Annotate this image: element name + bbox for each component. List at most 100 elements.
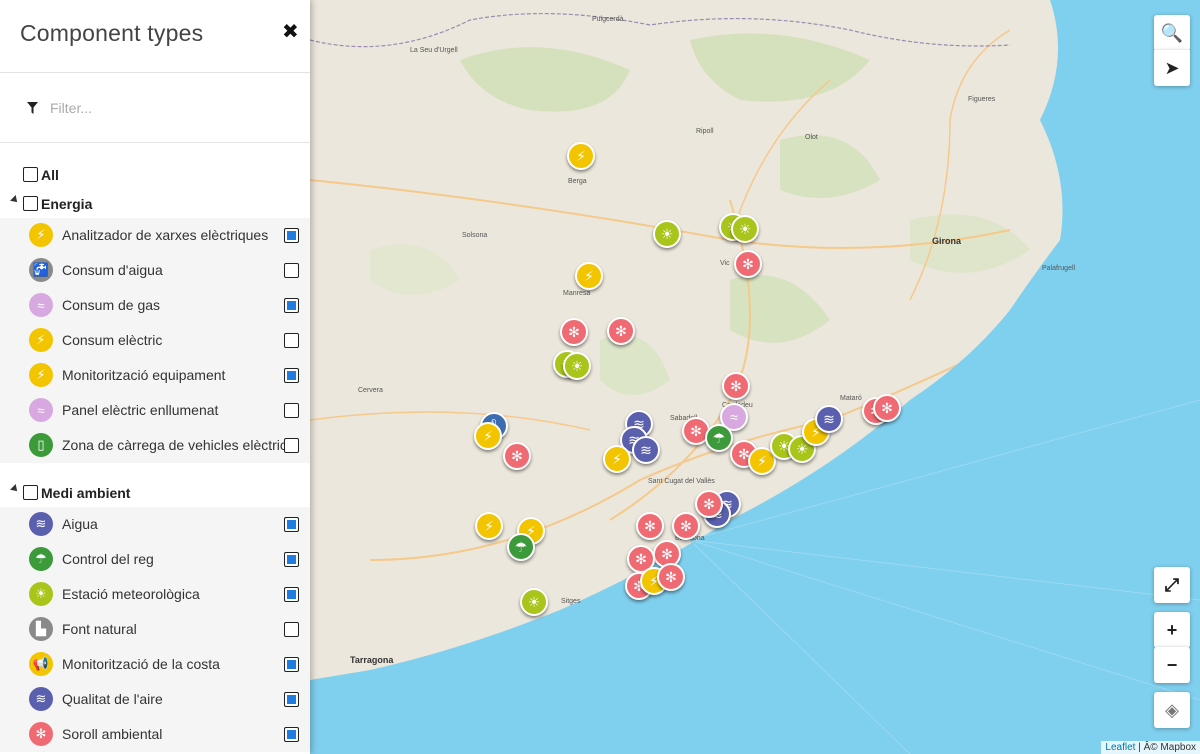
all-checkbox[interactable] xyxy=(23,167,38,182)
asterisk-marker[interactable]: ✻ xyxy=(873,394,901,422)
group-label: Medi ambient xyxy=(41,485,131,501)
place-label: Mataró xyxy=(840,395,862,402)
component-type-item[interactable]: ▙ Font natural xyxy=(0,612,310,647)
zoom-out-button[interactable]: − xyxy=(1154,647,1190,683)
component-type-item[interactable]: ▯ Zona de càrrega de vehicles elèctrics xyxy=(0,428,310,463)
group-label: Energia xyxy=(41,196,93,212)
bolt-marker[interactable]: ⚡ xyxy=(567,142,595,170)
item-label: Qualitat de l'aire xyxy=(62,691,163,707)
item-label: Consum de gas xyxy=(62,297,161,313)
asterisk-marker[interactable]: ✻ xyxy=(672,512,700,540)
place-label: Figueres xyxy=(968,96,996,103)
component-type-item[interactable]: ≋ Qualitat de l'aire xyxy=(0,682,310,717)
locate-icon[interactable]: ➤ xyxy=(1154,50,1190,86)
item-checkbox[interactable] xyxy=(284,587,299,602)
sun-marker[interactable]: ☀ xyxy=(653,220,681,248)
sun-marker[interactable]: ☀ xyxy=(731,215,759,243)
item-checkbox[interactable] xyxy=(284,517,299,532)
item-checkbox[interactable] xyxy=(284,263,299,278)
component-type-item[interactable]: ✻ Soroll ambiental xyxy=(0,717,310,752)
group-header-energia[interactable]: Energia xyxy=(0,189,310,218)
item-label: Estació meteorològica xyxy=(62,586,200,602)
sun-marker[interactable]: ☀ xyxy=(563,352,591,380)
component-type-item[interactable]: 🚰 Consum d'aigua xyxy=(0,253,310,288)
item-checkbox[interactable] xyxy=(284,692,299,707)
caret-down-icon[interactable] xyxy=(10,195,20,205)
component-type-item[interactable]: ≈ Consum de gas xyxy=(0,288,310,323)
item-checkbox[interactable] xyxy=(284,298,299,313)
wind-icon: ≋ xyxy=(29,687,53,711)
wind-marker[interactable]: ≋ xyxy=(815,405,843,433)
group-medi-ambient-items: ≋ Aigua ☂ Control del reg ☀ Estació meteorolò… xyxy=(0,507,310,752)
asterisk-marker[interactable]: ✻ xyxy=(560,318,588,346)
map-view[interactable]: Girona Tarragona Figueres Berga Vic Manresa Sa… xyxy=(310,0,1200,754)
layers-icon[interactable]: ◈ xyxy=(1154,692,1190,728)
wind-marker[interactable]: ≋ xyxy=(632,436,660,464)
bolt-marker[interactable]: ⚡ xyxy=(475,512,503,540)
asterisk-marker[interactable]: ✻ xyxy=(734,250,762,278)
asterisk-marker[interactable]: ✻ xyxy=(636,512,664,540)
all-label: All xyxy=(41,167,59,183)
tree-row-all[interactable]: All xyxy=(0,160,310,189)
panel-header: Component types ✖ xyxy=(0,0,310,73)
component-type-item[interactable]: ☀ Estació meteorològica xyxy=(0,577,310,612)
component-type-item[interactable]: ⚡ Analitzador de xarxes elèctriques xyxy=(0,218,310,253)
place-label: Girona xyxy=(932,236,962,246)
item-label: Monitorització de la costa xyxy=(62,656,220,672)
place-label: Solsona xyxy=(462,232,488,239)
bolt-icon: ⚡ xyxy=(29,328,53,352)
zoom-in-button[interactable]: + xyxy=(1154,612,1190,648)
item-checkbox[interactable] xyxy=(284,727,299,742)
charging-station-icon: ▯ xyxy=(29,433,53,457)
component-type-item[interactable]: 📢 Monitorització de la costa xyxy=(0,647,310,682)
item-checkbox[interactable] xyxy=(284,333,299,348)
item-label: Soroll ambiental xyxy=(62,726,163,742)
asterisk-marker[interactable]: ✻ xyxy=(657,563,685,591)
item-checkbox[interactable] xyxy=(284,403,299,418)
component-type-item[interactable]: ☂ Control del reg xyxy=(0,542,310,577)
medi-ambient-checkbox[interactable] xyxy=(23,485,38,500)
item-checkbox[interactable] xyxy=(284,657,299,672)
component-type-item[interactable]: ⚡ Consum elèctric xyxy=(0,323,310,358)
component-type-item[interactable]: ≈ Panel elèctric enllumenat xyxy=(0,393,310,428)
asterisk-marker[interactable]: ✻ xyxy=(607,317,635,345)
filter-icon xyxy=(27,102,38,114)
energia-checkbox[interactable] xyxy=(23,196,38,211)
bolt-marker[interactable]: ⚡ xyxy=(474,422,502,450)
group-header-medi-ambient[interactable]: Medi ambient xyxy=(0,478,310,507)
bolt-icon: ⚡ xyxy=(29,223,53,247)
component-type-item[interactable]: ≋ Aigua xyxy=(0,507,310,542)
bolt-marker[interactable]: ⚡ xyxy=(575,262,603,290)
watering-can-marker[interactable]: ☂ xyxy=(507,533,535,561)
item-checkbox[interactable] xyxy=(284,368,299,383)
item-label: Analitzador de xarxes elèctriques xyxy=(62,227,269,243)
item-checkbox[interactable] xyxy=(284,552,299,567)
place-label: Sant Cugat del Vallès xyxy=(648,478,715,485)
close-icon[interactable]: ✖ xyxy=(282,22,299,42)
water-waves-icon: ≋ xyxy=(29,512,53,536)
item-label: Control del reg xyxy=(62,551,154,567)
item-checkbox[interactable] xyxy=(284,438,299,453)
bolt-marker[interactable]: ⚡ xyxy=(603,445,631,473)
component-type-item[interactable]: ⚡ Monitorització equipament xyxy=(0,358,310,393)
place-label: Palafrugell xyxy=(1042,265,1076,272)
place-label: Sitges xyxy=(561,598,581,605)
item-checkbox[interactable] xyxy=(284,228,299,243)
item-checkbox[interactable] xyxy=(284,622,299,637)
component-tree: All Energia ⚡ Analitzador de xarxes elèct… xyxy=(0,160,310,752)
search-icon[interactable]: 🔍 xyxy=(1154,15,1190,51)
asterisk-marker[interactable]: ✻ xyxy=(695,490,723,518)
place-label: Vic xyxy=(720,260,730,267)
filter-input[interactable] xyxy=(50,97,290,119)
item-label: Aigua xyxy=(62,516,98,532)
caret-down-icon[interactable] xyxy=(10,484,20,494)
asterisk-marker[interactable]: ✻ xyxy=(503,442,531,470)
watering-can-icon: ☂ xyxy=(29,547,53,571)
watering-can-marker[interactable]: ☂ xyxy=(705,424,733,452)
item-label: Font natural xyxy=(62,621,137,637)
place-label: Ripoll xyxy=(696,128,714,135)
fullscreen-icon[interactable]: ⤢ xyxy=(1154,567,1190,603)
asterisk-marker[interactable]: ✻ xyxy=(722,372,750,400)
leaflet-link[interactable]: Leaflet xyxy=(1105,742,1135,753)
sun-marker[interactable]: ☀ xyxy=(520,588,548,616)
